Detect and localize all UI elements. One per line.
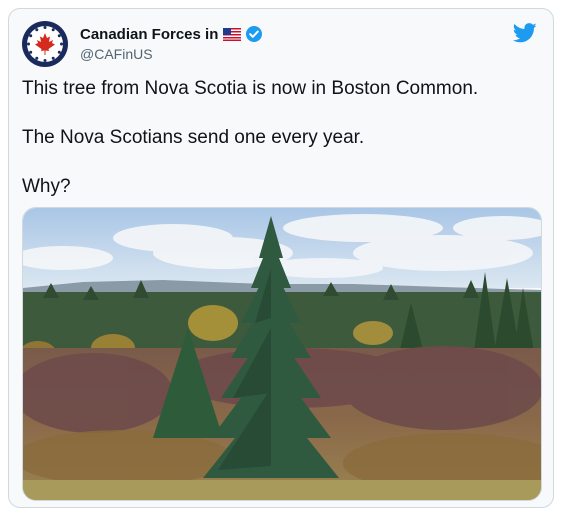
canadian-forces-logo-icon	[22, 21, 68, 67]
tweet-line: This tree from Nova Scotia is now in Bos…	[22, 78, 479, 99]
avatar[interactable]	[22, 21, 68, 67]
author-info[interactable]: Canadian Forces in @CAFinUS	[80, 24, 263, 62]
tweet-body: This tree from Nova Scotia is now in Bos…	[22, 77, 542, 224]
tweet-line: Why?	[22, 176, 71, 197]
us-flag-icon	[223, 27, 242, 41]
verified-badge-icon	[245, 25, 263, 43]
twitter-bird-icon[interactable]	[512, 23, 537, 43]
tweet-line: The Nova Scotians send one every year.	[22, 127, 365, 148]
author-display-name[interactable]: Canadian Forces in	[80, 26, 218, 43]
tweet-header: Canadian Forces in @CAFinUS	[22, 21, 541, 69]
tweet-card[interactable]: Canadian Forces in @CAFinUS This tree fr…	[8, 8, 554, 508]
spruce-tree-photo	[23, 208, 541, 500]
author-handle[interactable]: @CAFinUS	[80, 46, 263, 62]
tweet-photo[interactable]	[22, 207, 542, 501]
